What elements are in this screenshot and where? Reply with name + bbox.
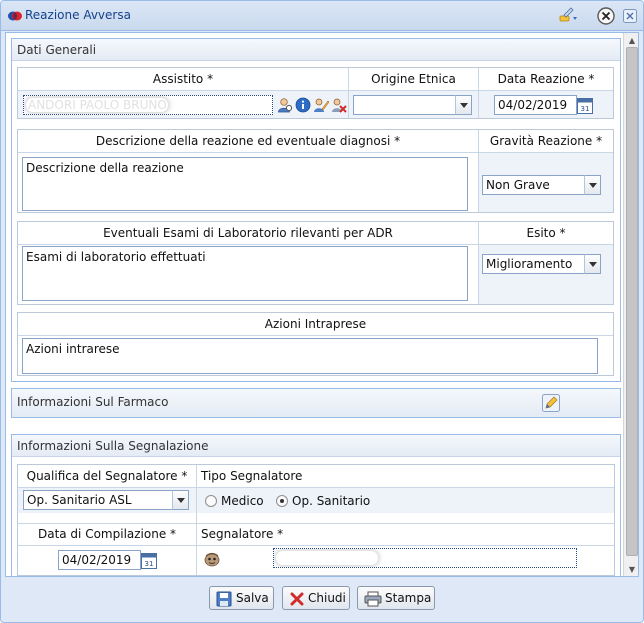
assistito-value: ANDORI PAOLO BRUNO bbox=[26, 98, 168, 112]
chevron-down-icon bbox=[459, 103, 468, 108]
scroll-thumb[interactable] bbox=[626, 47, 638, 556]
descrizione-row: Descrizione della reazione ed eventuale … bbox=[17, 129, 614, 213]
azioni-row: Azioni Intraprese Azioni intrarese bbox=[17, 312, 614, 376]
esito-select[interactable]: Miglioramento bbox=[482, 254, 585, 274]
svg-text:31: 31 bbox=[145, 560, 154, 568]
minimize-window-icon[interactable] bbox=[623, 9, 637, 26]
calendar-icon[interactable]: 31 bbox=[141, 551, 157, 569]
dati-generali-panel: Dati Generali Assistito * Origine Etnica… bbox=[11, 38, 621, 382]
radio-op-sanitario-label: Op. Sanitario bbox=[292, 494, 371, 508]
edit-user-icon[interactable] bbox=[313, 97, 330, 116]
save-button[interactable]: Salva bbox=[209, 586, 274, 610]
chevron-down-icon bbox=[176, 498, 185, 503]
close-button[interactable]: Chiudi bbox=[282, 586, 350, 610]
close-label: Chiudi bbox=[308, 591, 346, 605]
print-button[interactable]: Stampa bbox=[357, 586, 435, 610]
descrizione-textarea[interactable]: Descrizione della reazione bbox=[22, 157, 468, 211]
segnalazione-panel: Informazioni Sulla Segnalazione Qualific… bbox=[11, 434, 621, 576]
qualifica-trigger[interactable] bbox=[172, 490, 189, 510]
delete-user-icon[interactable] bbox=[331, 97, 347, 116]
tipo-segnalatore-label: Tipo Segnalatore bbox=[201, 469, 303, 483]
origine-etnica-trigger[interactable] bbox=[455, 95, 472, 115]
gravita-label: Gravità Reazione * bbox=[489, 134, 603, 148]
window-title: Reazione Avversa bbox=[25, 8, 131, 22]
close-window-icon[interactable] bbox=[597, 7, 615, 28]
farmaco-panel: Informazioni Sul Farmaco bbox=[11, 388, 621, 418]
descrizione-label: Descrizione della reazione ed eventuale … bbox=[95, 134, 401, 148]
qualifica-select[interactable]: Op. Sanitario ASL bbox=[23, 490, 173, 510]
calendar-icon[interactable]: 31 bbox=[577, 96, 593, 114]
farmaco-header: Informazioni Sul Farmaco bbox=[12, 389, 620, 417]
save-icon bbox=[216, 591, 232, 610]
save-label: Salva bbox=[236, 591, 269, 605]
form-body: Dati Generali Assistito * Origine Etnica… bbox=[5, 32, 639, 577]
radio-medico-label: Medico bbox=[221, 494, 264, 508]
gravita-select[interactable]: Non Grave bbox=[482, 175, 585, 195]
data-reazione-label: Data Reazione * bbox=[497, 72, 595, 86]
close-icon bbox=[289, 591, 305, 610]
chevron-down-icon bbox=[588, 262, 597, 267]
printer-icon bbox=[364, 591, 382, 610]
assistito-field[interactable]: ANDORI PAOLO BRUNO bbox=[23, 95, 273, 115]
app-logo-icon bbox=[7, 9, 23, 26]
vertical-scrollbar[interactable]: ▲ ▼ bbox=[623, 33, 638, 576]
user-search-icon[interactable] bbox=[277, 97, 293, 116]
azioni-textarea[interactable]: Azioni intrarese bbox=[22, 338, 598, 374]
dati-generali-header: Dati Generali bbox=[12, 39, 620, 61]
esami-textarea[interactable]: Esami di laboratorio effettuati bbox=[22, 246, 468, 301]
gravita-trigger[interactable] bbox=[584, 175, 601, 195]
segnalatore-user-icon[interactable] bbox=[203, 551, 221, 570]
reazione-avversa-window: Reazione Avversa Dati Generali Assistito… bbox=[0, 0, 644, 623]
svg-text:31: 31 bbox=[581, 105, 590, 113]
qualifica-label: Qualifica del Segnalatore * bbox=[26, 469, 188, 483]
radio-medico[interactable] bbox=[205, 495, 217, 507]
azioni-label: Azioni Intraprese bbox=[264, 317, 367, 331]
esito-trigger[interactable] bbox=[584, 254, 601, 274]
esami-row: Eventuali Esami di Laboratorio rilevanti… bbox=[17, 221, 614, 305]
origine-etnica-select[interactable] bbox=[353, 95, 456, 115]
segnalatore-label: Segnalatore * bbox=[201, 527, 284, 541]
scroll-up-icon[interactable]: ▲ bbox=[626, 35, 638, 47]
radio-op-sanitario[interactable] bbox=[276, 495, 288, 507]
edit-farmaco-icon[interactable] bbox=[542, 394, 560, 415]
data-compilazione-field[interactable]: 04/02/2019 bbox=[58, 550, 141, 570]
esito-label: Esito * bbox=[526, 226, 566, 240]
assistito-row: Assistito * Origine Etnica Data Reazione… bbox=[17, 67, 614, 119]
print-label: Stampa bbox=[385, 591, 432, 605]
info-icon[interactable] bbox=[295, 97, 311, 116]
origine-etnica-label: Origine Etnica bbox=[371, 72, 456, 86]
data-reazione-field[interactable]: 04/02/2019 bbox=[494, 95, 577, 115]
assistito-label: Assistito * bbox=[152, 72, 214, 86]
segnalatore-field[interactable] bbox=[273, 548, 577, 568]
esami-label: Eventuali Esami di Laboratorio rilevanti… bbox=[103, 226, 393, 240]
window-titlebar: Reazione Avversa bbox=[1, 1, 643, 31]
data-compilazione-label: Data di Compilazione * bbox=[37, 527, 177, 541]
chevron-down-icon bbox=[588, 183, 597, 188]
scroll-down-icon[interactable]: ▼ bbox=[626, 564, 638, 576]
segnalatore-value bbox=[276, 551, 378, 565]
edit-tool-icon[interactable] bbox=[558, 7, 578, 26]
segnalazione-grid: Qualifica del Segnalatore * Tipo Segnala… bbox=[17, 464, 615, 576]
segnalazione-header: Informazioni Sulla Segnalazione bbox=[12, 435, 620, 457]
